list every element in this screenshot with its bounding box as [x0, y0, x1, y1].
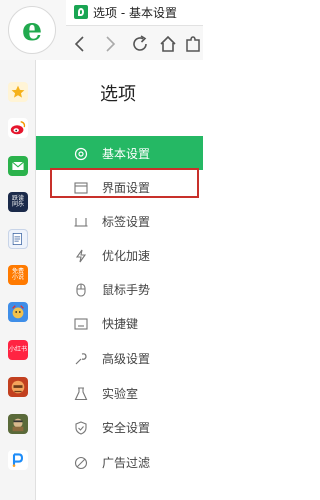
tantan-icon[interactable]: 跃读 同乐	[8, 192, 28, 212]
novel-icon[interactable]: 免费 小说	[8, 265, 28, 285]
home-button[interactable]	[158, 34, 178, 54]
mouse-icon	[74, 282, 88, 297]
game-icon[interactable]	[8, 302, 28, 322]
weibo-icon[interactable]	[8, 118, 28, 138]
gear-icon	[74, 146, 88, 161]
xhs-label: 小红书	[8, 346, 27, 353]
wrench-icon	[74, 351, 88, 365]
p-icon[interactable]	[8, 450, 28, 470]
selection-highlight-box	[50, 168, 199, 198]
refresh-button[interactable]	[130, 34, 150, 54]
browser-top-area: e 选项 - 基本设置	[0, 0, 203, 60]
menu-item-ad-filter[interactable]: 广告过滤	[36, 445, 203, 479]
doc-icon[interactable]	[8, 229, 28, 249]
menu-item-tab-settings[interactable]: 标签设置	[36, 204, 203, 238]
tab-icon	[74, 214, 88, 228]
chevron-right-icon	[106, 36, 116, 52]
menu-item-basic-settings[interactable]: 基本设置	[36, 136, 203, 170]
tantan-label: 跃读 同乐	[11, 195, 24, 208]
settings-panel: 选项 基本设置 界面设置 标签设置 优化加速 鼠标手势 快捷键 高级设置 实验室…	[36, 60, 203, 500]
chevron-left-icon	[74, 36, 84, 52]
home-icon	[160, 35, 176, 52]
sidebar-app-strip: 跃读 同乐 免费 小说 小红书	[0, 60, 36, 500]
menu-item-security[interactable]: 安全设置	[36, 410, 203, 444]
game-icon[interactable]	[8, 414, 28, 434]
browser-tab[interactable]: 选项 - 基本设置	[66, 0, 203, 26]
page-title: 选项	[100, 84, 136, 105]
block-icon	[74, 455, 88, 470]
menu-item-lab[interactable]: 实验室	[36, 376, 203, 410]
flask-icon	[74, 386, 88, 401]
browser-logo[interactable]: e	[8, 6, 56, 54]
menu-item-label: 优化加速	[102, 249, 151, 263]
logo-e-icon: e	[21, 10, 43, 48]
menu-item-label: 安全设置	[102, 421, 151, 435]
menu-item-label: 实验室	[102, 387, 139, 401]
menu-item-shortcuts[interactable]: 快捷键	[36, 306, 203, 340]
extension-button[interactable]	[183, 34, 203, 54]
tab-favicon-icon	[74, 5, 88, 19]
menu-item-label: 鼠标手势	[102, 283, 151, 297]
keyboard-icon	[74, 316, 88, 330]
game-icon[interactable]	[8, 377, 28, 397]
shield-icon	[74, 420, 88, 435]
menu-item-label: 快捷键	[102, 317, 139, 331]
menu-item-label: 广告过滤	[102, 456, 151, 470]
forward-button[interactable]	[100, 34, 120, 54]
star-icon[interactable]	[8, 82, 28, 102]
mail-icon[interactable]	[8, 156, 28, 176]
lightning-icon	[74, 248, 88, 263]
back-button[interactable]	[70, 34, 90, 54]
nav-bar	[66, 26, 203, 60]
menu-item-label: 标签设置	[102, 215, 151, 229]
xhs-icon[interactable]: 小红书	[8, 340, 28, 360]
menu-item-label: 高级设置	[102, 352, 151, 366]
menu-item-label: 基本设置	[102, 147, 151, 161]
refresh-icon	[133, 35, 147, 51]
tab-title: 选项 - 基本设置	[93, 6, 177, 20]
puzzle-icon	[186, 36, 200, 52]
menu-item-advanced[interactable]: 高级设置	[36, 341, 203, 375]
menu-item-mouse-gesture[interactable]: 鼠标手势	[36, 272, 203, 306]
menu-item-optimize[interactable]: 优化加速	[36, 238, 203, 272]
novel-label: 免费 小说	[11, 268, 24, 281]
